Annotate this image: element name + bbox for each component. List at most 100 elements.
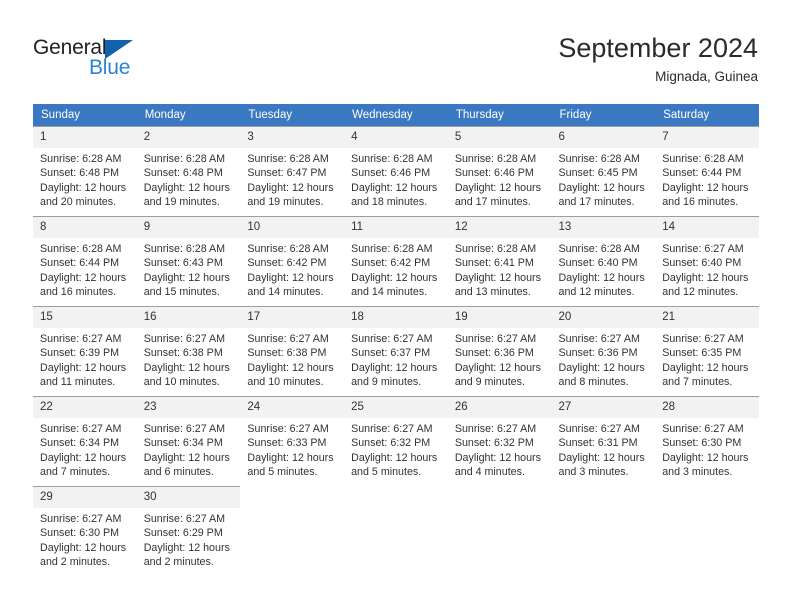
day-cell-content: 7 Sunrise: 6:28 AM Sunset: 6:44 PM Daylight…	[655, 126, 759, 208]
week-spacer-cell	[551, 298, 656, 306]
day-number: 28	[655, 397, 759, 418]
day-cell-content: 4 Sunrise: 6:28 AM Sunset: 6:46 PM Daylight…	[344, 126, 448, 208]
sunrise-text: Sunrise: 6:27 AM	[351, 423, 433, 435]
week-spacer-cell	[655, 478, 759, 486]
calendar-day-cell[interactable]: 7 Sunrise: 6:28 AM Sunset: 6:44 PM Daylight…	[655, 126, 759, 208]
calendar-day-cell[interactable]: 8 Sunrise: 6:28 AM Sunset: 6:44 PM Daylight…	[33, 216, 137, 298]
calendar-day-cell[interactable]: 14 Sunrise: 6:27 AM Sunset: 6:40 PM Dayligh…	[655, 216, 759, 298]
day-info: Sunrise: 6:27 AM Sunset: 6:39 PM Daylight:…	[33, 328, 137, 389]
sunset-text: Sunset: 6:29 PM	[143, 527, 223, 540]
day-cell-content: 16 Sunrise: 6:27 AM Sunset: 6:38 PM Dayligh…	[136, 306, 241, 388]
calendar-day-cell[interactable]: 25 Sunrise: 6:27 AM Sunset: 6:32 PM Dayligh…	[344, 396, 448, 478]
day-number: 24	[240, 397, 345, 418]
calendar-day-cell[interactable]: 28 Sunrise: 6:27 AM Sunset: 6:30 PM Dayligh…	[655, 396, 759, 478]
sunrise-text: Sunrise: 6:28 AM	[662, 153, 744, 165]
calendar-grid: Sunday Monday Tuesday Wednesday Thursday…	[33, 104, 759, 568]
day-info: Sunrise: 6:27 AM Sunset: 6:31 PM Daylight:…	[552, 418, 656, 479]
sunset-text: Sunset: 6:37 PM	[351, 347, 431, 360]
day-info: Sunrise: 6:27 AM Sunset: 6:29 PM Daylight:…	[137, 508, 241, 569]
week-spacer-cell	[136, 388, 241, 396]
weekday-header-thursday: Thursday	[447, 104, 552, 126]
calendar-empty-cell	[551, 486, 656, 568]
calendar-day-cell[interactable]: 5 Sunrise: 6:28 AM Sunset: 6:46 PM Daylight…	[447, 126, 552, 208]
calendar-day-cell[interactable]: 11 Sunrise: 6:28 AM Sunset: 6:42 PM Dayligh…	[344, 216, 448, 298]
sunset-text: Sunset: 6:36 PM	[558, 347, 638, 360]
day-info: Sunrise: 6:28 AM Sunset: 6:41 PM Daylight:…	[448, 238, 552, 299]
calendar-day-cell[interactable]: 12 Sunrise: 6:28 AM Sunset: 6:41 PM Dayligh…	[447, 216, 552, 299]
calendar-day-cell[interactable]: 26 Sunrise: 6:27 AM Sunset: 6:32 PM Dayligh…	[447, 396, 552, 478]
day-number: 7	[655, 127, 759, 148]
sunrise-text: Sunrise: 6:27 AM	[247, 423, 329, 435]
calendar-day-cell[interactable]: 29 Sunrise: 6:27 AM Sunset: 6:30 PM Dayligh…	[33, 486, 137, 568]
daylight-text-line1: Daylight: 12 hours	[454, 271, 541, 284]
calendar-day-cell[interactable]: 10 Sunrise: 6:28 AM Sunset: 6:42 PM Dayligh…	[240, 216, 345, 298]
day-number: 19	[447, 307, 552, 328]
calendar-day-cell[interactable]: 24 Sunrise: 6:27 AM Sunset: 6:33 PM Dayligh…	[240, 396, 345, 478]
calendar-day-cell[interactable]: 18 Sunrise: 6:27 AM Sunset: 6:37 PM Dayligh…	[344, 306, 448, 388]
sunrise-text: Sunrise: 6:27 AM	[143, 513, 226, 525]
calendar-day-cell[interactable]: 21 Sunrise: 6:27 AM Sunset: 6:35 PM Dayligh…	[655, 306, 759, 388]
calendar-day-cell[interactable]: 15 Sunrise: 6:27 AM Sunset: 6:39 PM Dayligh…	[33, 306, 137, 388]
daylight-text-line1: Daylight: 12 hours	[143, 451, 230, 464]
week-spacer	[33, 208, 759, 216]
daylight-text-line1: Daylight: 12 hours	[351, 451, 438, 464]
daylight-text-line1: Daylight: 12 hours	[40, 361, 127, 374]
calendar-day-cell[interactable]: 1 Sunrise: 6:28 AM Sunset: 6:48 PM Daylight…	[33, 126, 137, 208]
calendar-day-cell[interactable]: 27 Sunrise: 6:27 AM Sunset: 6:31 PM Dayligh…	[551, 396, 656, 479]
weekday-header-monday: Monday	[136, 104, 241, 126]
calendar-week-row: 29 Sunrise: 6:27 AM Sunset: 6:30 PM Dayligh…	[33, 486, 759, 568]
week-spacer-cell	[655, 208, 759, 216]
day-cell-content: 10 Sunrise: 6:28 AM Sunset: 6:42 PM Dayligh…	[240, 216, 345, 298]
calendar-day-cell[interactable]: 20 Sunrise: 6:27 AM Sunset: 6:36 PM Dayligh…	[551, 306, 656, 389]
day-cell-content: 23 Sunrise: 6:27 AM Sunset: 6:34 PM Dayligh…	[136, 396, 241, 478]
day-info: Sunrise: 6:27 AM Sunset: 6:36 PM Daylight:…	[448, 328, 552, 389]
calendar-day-cell[interactable]: 23 Sunrise: 6:27 AM Sunset: 6:34 PM Dayligh…	[136, 396, 241, 478]
empty-cell-content	[655, 486, 759, 568]
day-cell-content: 15 Sunrise: 6:27 AM Sunset: 6:39 PM Dayligh…	[33, 306, 137, 388]
sunset-text: Sunset: 6:40 PM	[662, 257, 742, 270]
day-info: Sunrise: 6:28 AM Sunset: 6:48 PM Daylight:…	[137, 148, 241, 209]
calendar-day-cell[interactable]: 2 Sunrise: 6:28 AM Sunset: 6:48 PM Daylight…	[136, 126, 241, 209]
day-info: Sunrise: 6:27 AM Sunset: 6:30 PM Daylight:…	[33, 508, 137, 569]
day-cell-content: 3 Sunrise: 6:28 AM Sunset: 6:47 PM Daylight…	[240, 126, 345, 209]
day-cell-content: 27 Sunrise: 6:27 AM Sunset: 6:31 PM Dayligh…	[551, 396, 656, 479]
day-info: Sunrise: 6:27 AM Sunset: 6:36 PM Daylight:…	[552, 328, 656, 389]
calendar-empty-cell	[344, 486, 448, 568]
daylight-text-line1: Daylight: 12 hours	[247, 271, 334, 284]
week-spacer-cell	[240, 298, 345, 306]
day-info: Sunrise: 6:28 AM Sunset: 6:48 PM Daylight:…	[33, 148, 137, 209]
day-info: Sunrise: 6:28 AM Sunset: 6:47 PM Daylight:…	[240, 148, 344, 209]
daylight-text-line1: Daylight: 12 hours	[558, 361, 645, 374]
calendar-day-cell[interactable]: 19 Sunrise: 6:27 AM Sunset: 6:36 PM Dayligh…	[447, 306, 552, 389]
daylight-text-line1: Daylight: 12 hours	[454, 181, 541, 194]
day-number: 11	[344, 217, 448, 238]
calendar-day-cell[interactable]: 6 Sunrise: 6:28 AM Sunset: 6:45 PM Daylight…	[551, 126, 656, 208]
calendar-day-cell[interactable]: 9 Sunrise: 6:28 AM Sunset: 6:43 PM Daylight…	[136, 216, 241, 298]
day-number: 15	[33, 307, 137, 328]
day-number: 18	[344, 307, 448, 328]
calendar-day-cell[interactable]: 22 Sunrise: 6:27 AM Sunset: 6:34 PM Dayligh…	[33, 396, 137, 478]
calendar-day-cell[interactable]: 13 Sunrise: 6:28 AM Sunset: 6:40 PM Dayligh…	[551, 216, 656, 298]
week-spacer	[33, 478, 759, 486]
calendar-day-cell[interactable]: 4 Sunrise: 6:28 AM Sunset: 6:46 PM Daylight…	[344, 126, 448, 208]
sunrise-text: Sunrise: 6:28 AM	[247, 243, 329, 255]
day-info: Sunrise: 6:28 AM Sunset: 6:42 PM Daylight:…	[344, 238, 448, 299]
sunset-text: Sunset: 6:32 PM	[351, 437, 431, 450]
weekday-header-row: Sunday Monday Tuesday Wednesday Thursday…	[33, 104, 759, 126]
day-cell-content: 26 Sunrise: 6:27 AM Sunset: 6:32 PM Dayligh…	[447, 396, 552, 478]
calendar-week-row: 22 Sunrise: 6:27 AM Sunset: 6:34 PM Dayligh…	[33, 396, 759, 478]
sunrise-text: Sunrise: 6:28 AM	[40, 243, 122, 255]
sunset-text: Sunset: 6:35 PM	[662, 347, 742, 360]
day-number: 17	[240, 307, 345, 328]
calendar-day-cell[interactable]: 16 Sunrise: 6:27 AM Sunset: 6:38 PM Dayligh…	[136, 306, 241, 388]
day-cell-content: 30 Sunrise: 6:27 AM Sunset: 6:29 PM Dayligh…	[136, 486, 241, 569]
calendar-day-cell[interactable]: 17 Sunrise: 6:27 AM Sunset: 6:38 PM Dayligh…	[240, 306, 345, 388]
calendar-day-cell[interactable]: 3 Sunrise: 6:28 AM Sunset: 6:47 PM Daylight…	[240, 126, 345, 209]
daylight-text-line1: Daylight: 12 hours	[662, 361, 749, 374]
sunrise-text: Sunrise: 6:28 AM	[247, 153, 329, 165]
week-spacer-cell	[344, 298, 448, 306]
calendar-day-cell[interactable]: 30 Sunrise: 6:27 AM Sunset: 6:29 PM Dayligh…	[136, 486, 241, 569]
sunset-text: Sunset: 6:30 PM	[40, 527, 120, 540]
weekday-header-tuesday: Tuesday	[240, 104, 345, 126]
day-number: 16	[136, 307, 241, 328]
